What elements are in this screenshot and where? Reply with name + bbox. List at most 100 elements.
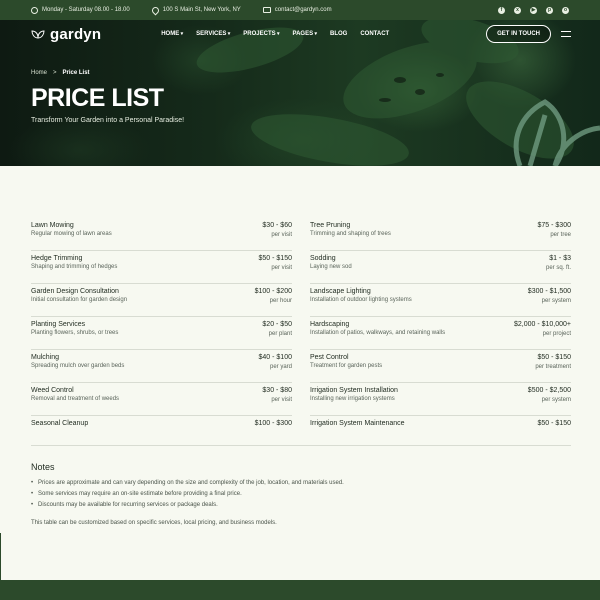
- social-links: f x ▶ p o: [498, 6, 569, 14]
- price-item: Seasonal Cleanup $100 - $300: [31, 416, 292, 438]
- x-icon[interactable]: x: [514, 6, 521, 14]
- service-unit: per yard: [269, 364, 292, 370]
- service-description: Installing new irrigation systems: [310, 396, 395, 402]
- note-item: Prices are approximate and can vary depe…: [31, 478, 571, 489]
- nav-projects[interactable]: PROJECTS: [243, 31, 279, 37]
- price-item: Irrigation System Maintenance $50 - $150: [310, 416, 571, 438]
- service-price: $40 - $100: [258, 354, 292, 361]
- service-unit: per visit: [271, 397, 292, 403]
- service-description: Removal and treatment of weeds: [31, 396, 120, 402]
- nav-blog[interactable]: BLOG: [330, 31, 347, 37]
- service-description: Installation of patios, walkways, and re…: [310, 330, 446, 336]
- footer-bar: [0, 580, 600, 600]
- youtube-icon[interactable]: ▶: [530, 6, 537, 14]
- service-description: Installation of outdoor lighting systems: [310, 297, 412, 303]
- nav-pages[interactable]: PAGES: [293, 31, 317, 37]
- service-price: $100 - $300: [254, 420, 292, 427]
- service-description: Laying new sod: [310, 264, 352, 270]
- clock-icon: [31, 6, 38, 14]
- service-unit: per visit: [271, 265, 292, 271]
- email-link[interactable]: contact@gardyn.com: [275, 7, 332, 13]
- breadcrumb-current: Price List: [62, 70, 90, 76]
- service-name: Seasonal Cleanup: [31, 420, 89, 427]
- service-name: Lawn Mowing: [31, 222, 74, 229]
- page-title: PRICE LIST: [31, 84, 164, 112]
- address: 100 S Main St, New York, NY: [150, 5, 241, 15]
- page-subtitle: Transform Your Garden into a Personal Pa…: [31, 117, 185, 124]
- service-description: Trimming and shaping of trees: [310, 231, 391, 237]
- service-description: Shaping and trimming of hedges: [31, 264, 118, 270]
- note-item: Discounts may be available for recurring…: [31, 500, 571, 511]
- instagram-icon[interactable]: o: [562, 6, 569, 14]
- service-description: Initial consultation for garden design: [31, 297, 128, 303]
- top-info-bar: Monday - Saturday 08.00 - 18.00 100 S Ma…: [0, 0, 600, 20]
- price-item: Landscape Lighting $300 - $1,500 Install…: [310, 284, 571, 317]
- notes-footer: This table can be customized based on sp…: [31, 520, 277, 526]
- main-navigation: gardyn HOME SERVICES PROJECTS PAGES BLOG…: [31, 20, 571, 48]
- notes-section: Notes Prices are approximate and can var…: [31, 462, 571, 526]
- service-name: Planting Services: [31, 321, 86, 328]
- breadcrumb-separator: >: [53, 70, 57, 76]
- service-name: Tree Pruning: [310, 222, 351, 229]
- price-item: Irrigation System Installation $500 - $2…: [310, 383, 571, 416]
- service-unit: per plant: [268, 331, 292, 337]
- service-name: Garden Design Consultation: [31, 288, 119, 295]
- service-unit: per treatment: [535, 364, 571, 370]
- nav-contact[interactable]: CONTACT: [360, 31, 389, 37]
- breadcrumb: Home > Price List: [31, 70, 90, 76]
- leaf-logo-icon: [31, 30, 45, 39]
- breadcrumb-home[interactable]: Home: [31, 70, 47, 76]
- location-pin-icon: [150, 5, 161, 15]
- service-price: $50 - $150: [258, 255, 292, 262]
- service-unit: per project: [542, 331, 571, 337]
- price-item: Mulching $40 - $100 Spreading mulch over…: [31, 350, 292, 383]
- service-name: Pest Control: [310, 354, 349, 361]
- service-name: Weed Control: [31, 387, 74, 394]
- opening-hours-text: Monday - Saturday 08.00 - 18.00: [42, 7, 130, 13]
- service-price: $30 - $60: [262, 222, 292, 229]
- pinterest-icon[interactable]: p: [546, 6, 553, 14]
- price-item: Hedge Trimming $50 - $150 Shaping and tr…: [31, 251, 292, 284]
- service-description: Treatment for garden pests: [310, 363, 383, 369]
- service-price: $20 - $50: [262, 321, 292, 328]
- email[interactable]: contact@gardyn.com: [262, 7, 332, 13]
- service-unit: per visit: [271, 232, 292, 238]
- service-unit: per system: [541, 397, 571, 403]
- service-price: $50 - $150: [537, 354, 571, 361]
- hamburger-menu-icon[interactable]: [561, 31, 571, 37]
- price-item: Pest Control $50 - $150 Treatment for ga…: [310, 350, 571, 383]
- service-unit: per hour: [269, 298, 292, 304]
- service-name: Irrigation System Maintenance: [310, 420, 405, 427]
- address-text: 100 S Main St, New York, NY: [162, 7, 241, 13]
- get-in-touch-button[interactable]: GET IN TOUCH: [486, 25, 551, 43]
- price-item: Sodding $1 - $3 Laying new sod per sq. f…: [310, 251, 571, 284]
- service-price: $75 - $300: [537, 222, 571, 229]
- service-name: Mulching: [31, 354, 60, 361]
- nav-home[interactable]: HOME: [161, 31, 183, 37]
- service-price: $300 - $1,500: [527, 288, 571, 295]
- price-item: Lawn Mowing $30 - $60 Regular mowing of …: [31, 218, 292, 251]
- price-item: Weed Control $30 - $80 Removal and treat…: [31, 383, 292, 416]
- price-item: Tree Pruning $75 - $300 Trimming and sha…: [310, 218, 571, 251]
- price-list: Lawn Mowing $30 - $60 Regular mowing of …: [31, 218, 571, 438]
- notes-list: Prices are approximate and can vary depe…: [31, 478, 571, 511]
- service-unit: per sq. ft.: [545, 265, 571, 271]
- menu: HOME SERVICES PROJECTS PAGES BLOG CONTAC…: [161, 31, 389, 37]
- nav-services[interactable]: SERVICES: [196, 31, 230, 37]
- service-description: Regular mowing of lawn areas: [31, 231, 112, 237]
- logo-text: gardyn: [50, 25, 102, 43]
- mail-icon: [262, 7, 271, 13]
- service-price: $30 - $80: [262, 387, 292, 394]
- price-item: Hardscaping $2,000 - $10,000+ Installati…: [310, 317, 571, 350]
- notes-title: Notes: [31, 462, 55, 472]
- opening-hours: Monday - Saturday 08.00 - 18.00: [31, 6, 130, 14]
- service-name: Sodding: [310, 255, 336, 262]
- price-item: Garden Design Consultation $100 - $200 I…: [31, 284, 292, 317]
- service-price: $2,000 - $10,000+: [513, 321, 571, 328]
- divider: [0, 533, 1, 581]
- service-price: $1 - $3: [549, 255, 571, 262]
- site-logo[interactable]: gardyn: [31, 26, 101, 43]
- service-description: Planting flowers, shrubs, or trees: [31, 330, 119, 336]
- service-description: Spreading mulch over garden beds: [31, 363, 125, 369]
- facebook-icon[interactable]: f: [498, 6, 505, 14]
